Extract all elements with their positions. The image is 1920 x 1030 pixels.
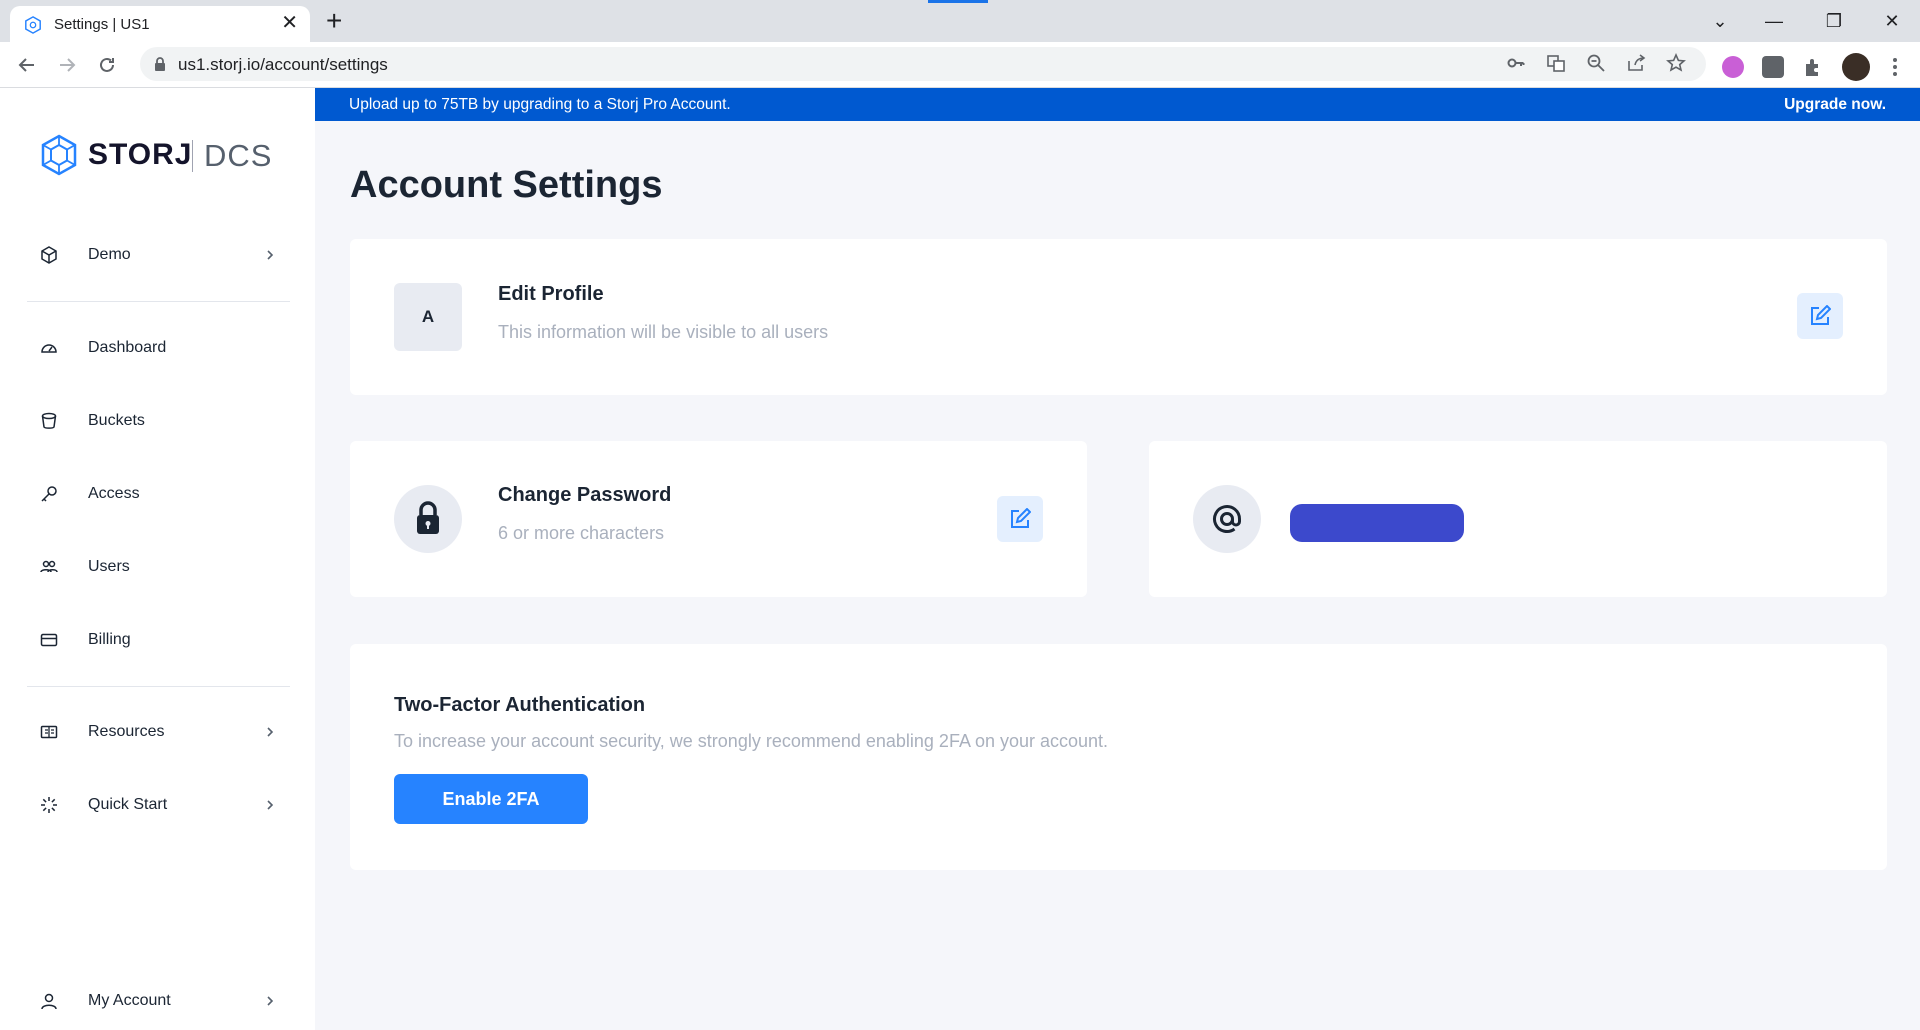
- storj-logo-icon: [41, 134, 77, 176]
- edit-icon: [1811, 305, 1831, 325]
- key-icon[interactable]: [1504, 53, 1528, 75]
- forward-button[interactable]: [52, 50, 82, 80]
- sidebar-item-my-account[interactable]: My Account: [40, 981, 285, 1021]
- key-icon: [41, 486, 57, 502]
- email-card: [1149, 441, 1887, 597]
- tab-title: Settings | US1: [54, 16, 150, 33]
- sidebar-item-access[interactable]: Access: [40, 474, 285, 514]
- minimize-button[interactable]: —: [1754, 6, 1794, 36]
- chevron-right-icon: [267, 250, 274, 260]
- close-window-button[interactable]: ✕: [1872, 6, 1912, 36]
- sidebar-item-label: Access: [88, 485, 140, 502]
- project-name: Demo: [88, 246, 131, 263]
- bookmark-star-icon[interactable]: [1664, 53, 1688, 75]
- arrow-left-icon: [18, 58, 34, 72]
- upgrade-banner: Upload up to 75TB by upgrading to a Stor…: [315, 88, 1920, 121]
- sidebar-item-label: Users: [88, 558, 130, 575]
- enable-2fa-button[interactable]: Enable 2FA: [394, 774, 588, 824]
- browser-tab[interactable]: Settings | US1 ✕: [10, 6, 310, 42]
- cube-icon: [41, 246, 57, 264]
- chevron-right-icon: [267, 996, 274, 1006]
- arrow-right-icon: [60, 58, 76, 72]
- new-tab-button[interactable]: +: [326, 6, 342, 36]
- page-title: Account Settings: [350, 164, 663, 206]
- user-icon: [41, 993, 57, 1010]
- tab-close-icon[interactable]: ✕: [281, 12, 298, 34]
- gauge-icon: [41, 344, 57, 353]
- storj-favicon-icon: [25, 16, 41, 34]
- lock-icon: [155, 57, 165, 71]
- card-icon: [40, 633, 58, 647]
- menu-kebab-icon[interactable]: [1884, 56, 1906, 78]
- zoom-icon[interactable]: [1584, 53, 1608, 75]
- logo-separator: [192, 140, 193, 172]
- logo-product: DCS: [204, 138, 273, 173]
- resources-icon: [40, 725, 58, 739]
- restore-button[interactable]: ❐: [1814, 6, 1854, 36]
- reload-button[interactable]: [92, 50, 122, 80]
- sidebar-divider: [27, 686, 290, 687]
- at-icon: [1193, 485, 1261, 553]
- reload-icon: [100, 57, 114, 72]
- sidebar-item-label: Quick Start: [88, 796, 168, 813]
- sidebar-item-label: Billing: [88, 631, 131, 648]
- sparkle-icon: [41, 797, 57, 813]
- sidebar-item-label: Dashboard: [88, 339, 167, 356]
- sidebar-item-billing[interactable]: Billing: [40, 620, 285, 660]
- sidebar-item-dashboard[interactable]: Dashboard: [40, 328, 285, 368]
- sidebar-item-label: Buckets: [88, 412, 145, 429]
- back-button[interactable]: [12, 50, 42, 80]
- sidebar-item-buckets[interactable]: Buckets: [40, 401, 285, 441]
- change-password-button[interactable]: [997, 496, 1043, 542]
- lock-icon: [394, 485, 462, 553]
- edit-profile-button[interactable]: [1797, 293, 1843, 339]
- banner-text: Upload up to 75TB by upgrading to a Stor…: [349, 96, 731, 113]
- two-factor-card: Two-Factor Authentication To increase yo…: [350, 644, 1887, 870]
- bucket-icon: [41, 412, 57, 429]
- logo-brand: STORJ: [88, 138, 193, 171]
- extension-square-icon[interactable]: [1762, 56, 1784, 78]
- edit-icon: [1011, 508, 1031, 528]
- chevron-right-icon: [267, 727, 274, 737]
- sidebar-item-users[interactable]: Users: [40, 547, 285, 587]
- sidebar-item-label: Resources: [88, 723, 165, 740]
- upgrade-now-link[interactable]: Upgrade now.: [1784, 96, 1886, 114]
- extensions-puzzle-icon[interactable]: [1802, 56, 1824, 78]
- users-icon: [40, 560, 58, 573]
- email-redacted: [1290, 504, 1464, 542]
- profile-avatar[interactable]: [1842, 53, 1870, 81]
- sidebar-divider: [27, 301, 290, 302]
- tab-strip-indicator: [928, 0, 988, 3]
- sidebar: STORJ DCS Demo Dashboard Buckets Access …: [0, 88, 315, 1030]
- url-text: us1.storj.io/account/settings: [178, 55, 388, 74]
- edit-profile-title: Edit Profile: [498, 283, 604, 305]
- translate-icon[interactable]: [1544, 53, 1568, 75]
- extension-purple-icon[interactable]: [1722, 56, 1744, 78]
- chevron-right-icon: [267, 800, 274, 810]
- edit-profile-subtitle: This information will be visible to all …: [498, 322, 829, 342]
- project-selector[interactable]: Demo: [40, 235, 285, 275]
- share-icon[interactable]: [1624, 53, 1648, 75]
- tab-search-icon[interactable]: ⌄: [1700, 6, 1740, 36]
- sidebar-item-resources[interactable]: Resources: [40, 712, 285, 752]
- address-bar[interactable]: us1.storj.io/account/settings: [140, 47, 1706, 81]
- browser-toolbar: us1.storj.io/account/settings: [0, 42, 1920, 88]
- two-factor-title: Two-Factor Authentication: [394, 694, 646, 716]
- two-factor-description: To increase your account security, we st…: [394, 731, 1109, 751]
- edit-profile-card: A Edit Profile This information will be …: [350, 239, 1887, 395]
- avatar: A: [394, 283, 462, 351]
- browser-tabbar: Settings | US1 ✕ + ⌄ — ❐ ✕: [0, 0, 1920, 42]
- sidebar-item-quick-start[interactable]: Quick Start: [40, 785, 285, 825]
- change-password-subtitle: 6 or more characters: [498, 523, 665, 543]
- change-password-card: Change Password 6 or more characters: [350, 441, 1087, 597]
- change-password-title: Change Password: [498, 484, 672, 506]
- sidebar-item-label: My Account: [88, 992, 171, 1009]
